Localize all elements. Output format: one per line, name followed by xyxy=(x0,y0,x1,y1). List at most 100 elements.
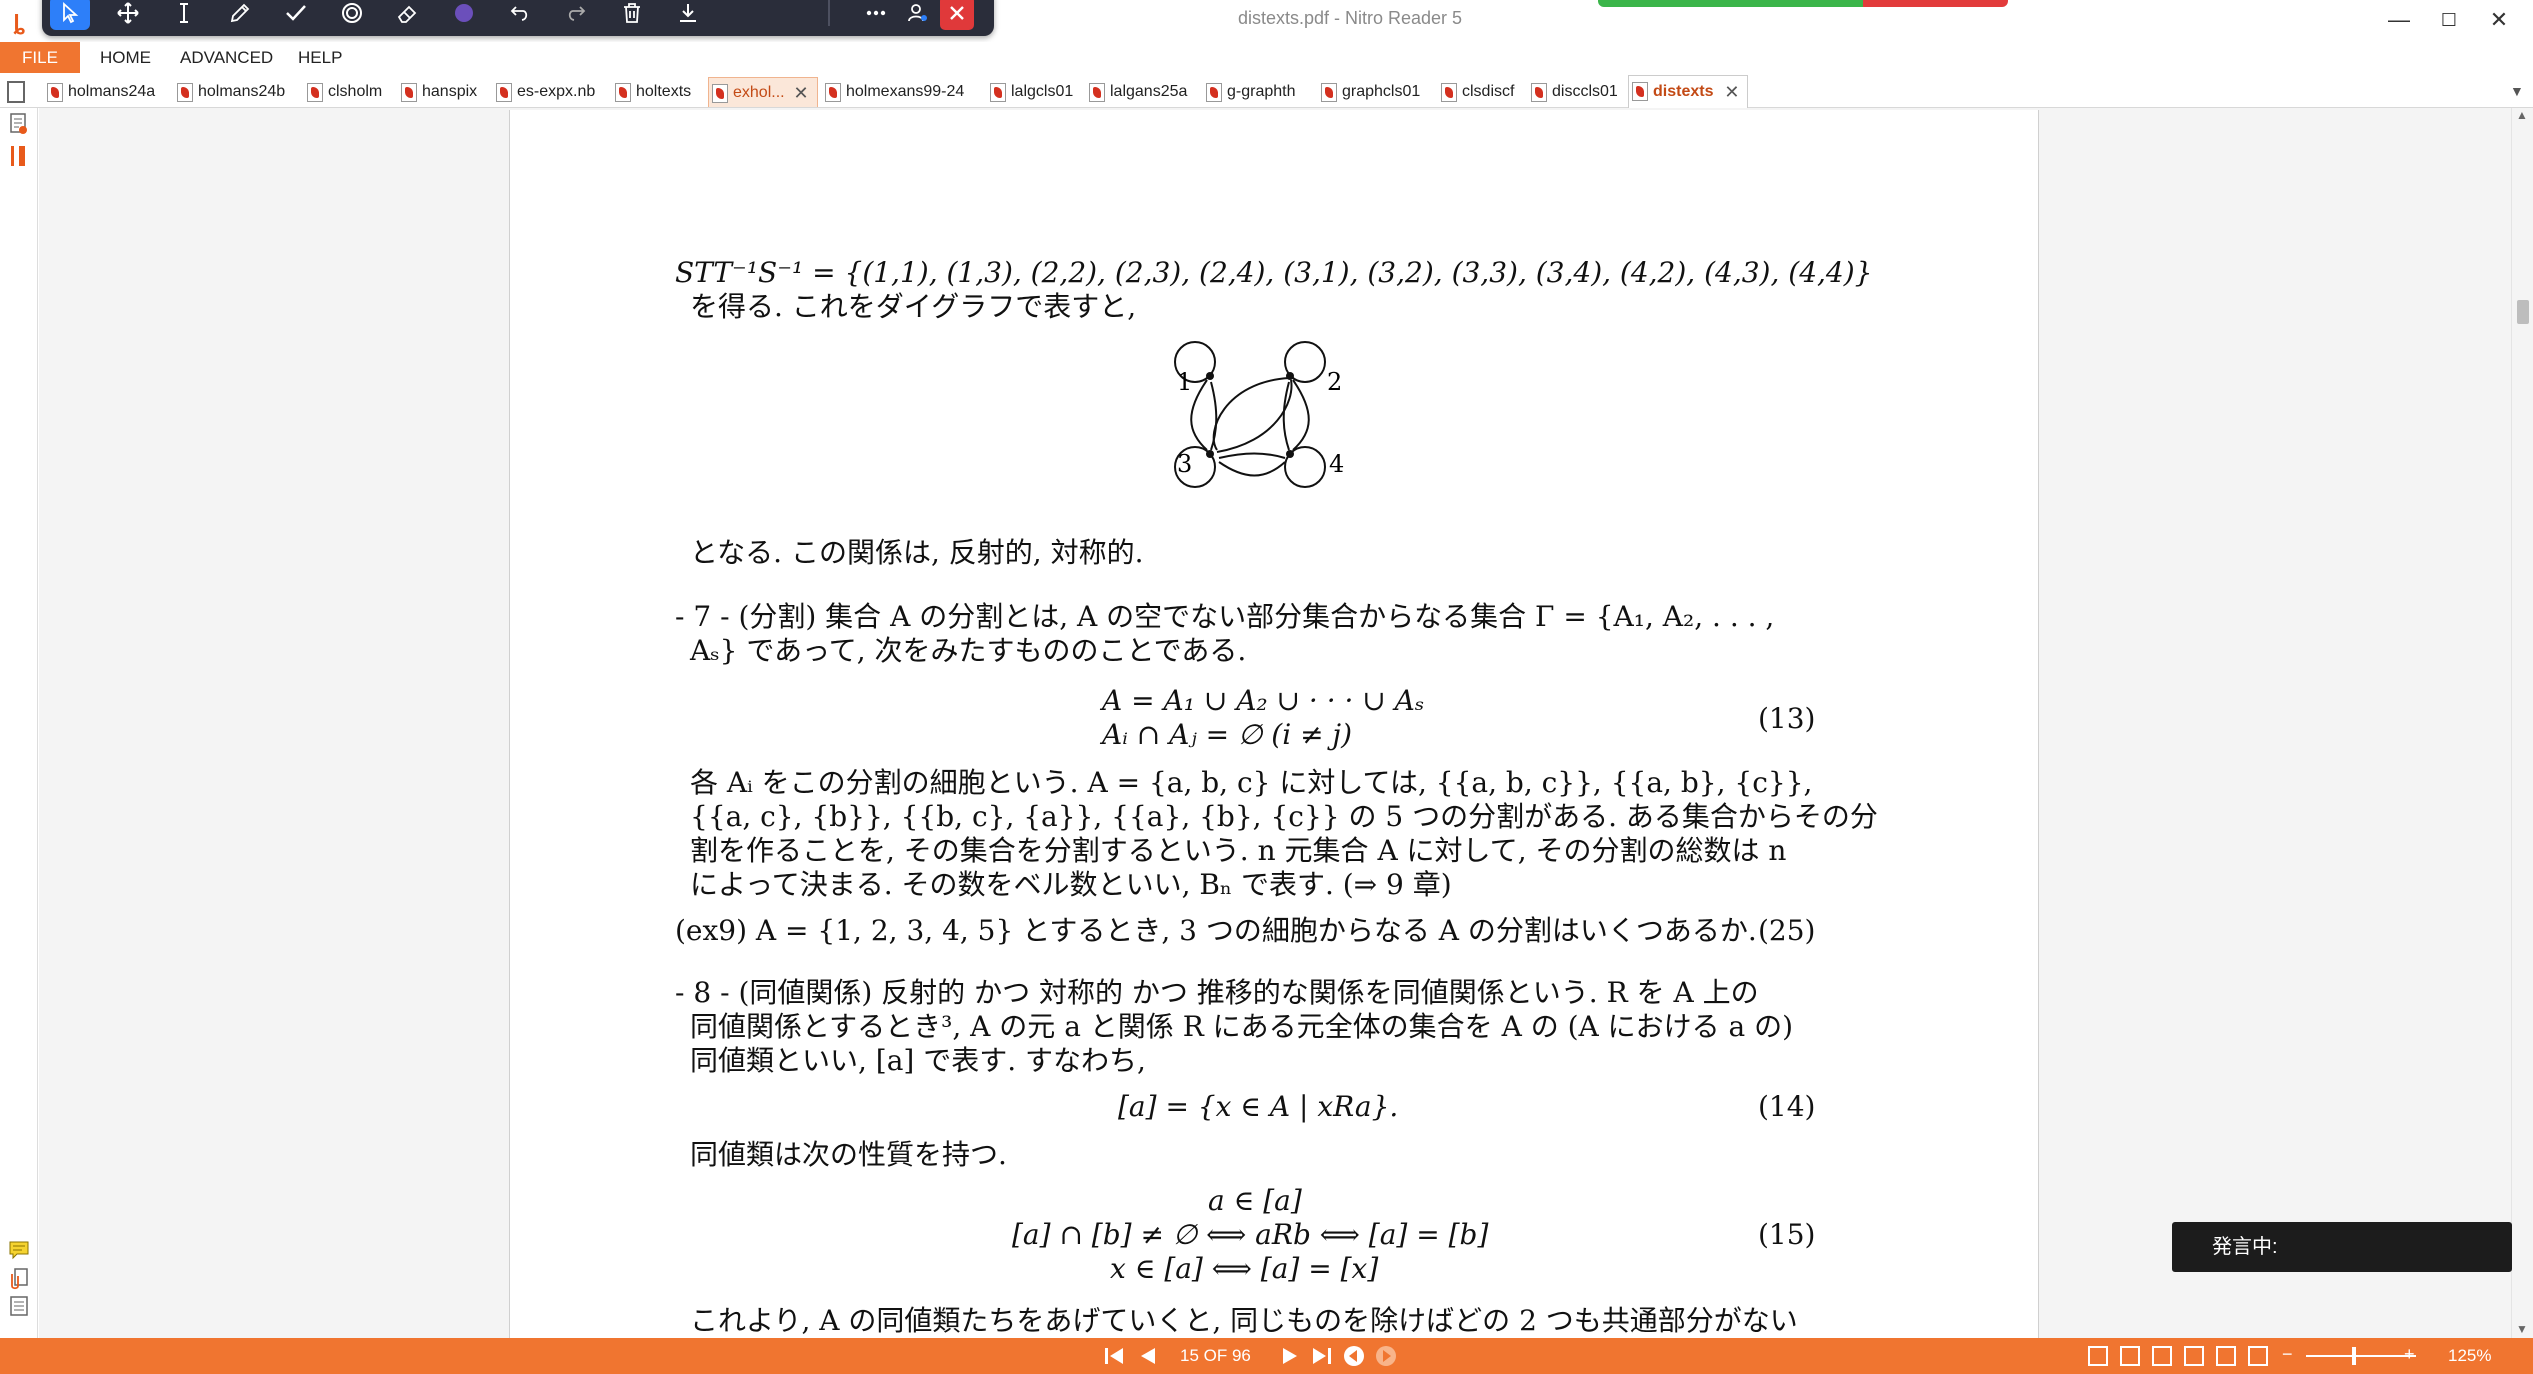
menu-bar: FILE HOME ADVANCED HELP xyxy=(0,42,2533,73)
edge-3-4 xyxy=(1218,452,1286,459)
fit-width-icon[interactable] xyxy=(2216,1346,2236,1366)
exercise-9: (ex9) A = {1, 2, 3, 4, 5} とするとき, 3 つの細胞か… xyxy=(675,914,1757,947)
tab-holtexts[interactable]: holtexts xyxy=(612,77,691,107)
close-window-button[interactable]: ✕ xyxy=(2474,2,2524,38)
pdf-file-icon xyxy=(825,83,841,102)
page-counter[interactable]: 15 OF 96 xyxy=(1180,1346,1251,1366)
tab-disccls01[interactable]: disccls01 xyxy=(1528,77,1618,107)
comments-icon[interactable] xyxy=(8,1238,30,1262)
equation-number: (25) xyxy=(1758,914,1816,947)
edge-3-2 xyxy=(1216,379,1293,453)
color-dot-icon[interactable] xyxy=(444,0,484,30)
text-line: となる. この関係は, 反射的, 対称的. xyxy=(690,536,1144,569)
tab-distexts[interactable]: distexts ✕ xyxy=(1628,75,1749,109)
scroll-up-icon[interactable]: ▲ xyxy=(2516,108,2528,122)
node-4-dot xyxy=(1286,450,1294,458)
tab-g-graphth[interactable]: g-graphth xyxy=(1203,77,1296,107)
next-page-icon[interactable] xyxy=(1278,1344,1302,1368)
document-tab-bar: holmans24a holmans24b clsholm hanspix es… xyxy=(0,73,2533,109)
download-icon[interactable] xyxy=(668,0,708,30)
edge-2-4 xyxy=(1292,379,1310,451)
menu-help[interactable]: HELP xyxy=(298,42,342,73)
select-icon[interactable] xyxy=(50,0,90,30)
more-icon[interactable] xyxy=(856,0,896,30)
tab-clsholm[interactable]: clsholm xyxy=(304,77,382,107)
tab-es-expx[interactable]: es-expx.nb xyxy=(493,77,595,107)
tab-hanspix[interactable]: hanspix xyxy=(398,77,477,107)
stamp-icon[interactable] xyxy=(332,0,372,30)
output-icon[interactable] xyxy=(8,1294,30,1318)
eraser-icon[interactable] xyxy=(388,0,428,30)
scrollbar-thumb[interactable] xyxy=(2517,300,2529,324)
left-side-panel xyxy=(0,108,38,1338)
text-line: {{a, c}, {b}}, {{b, c}, {a}}, {{a}, {b},… xyxy=(690,800,1878,833)
facing-view-icon[interactable] xyxy=(2152,1346,2172,1366)
pages-panel-icon[interactable] xyxy=(7,81,25,103)
tab-label: hanspix xyxy=(422,83,478,100)
zoom-out-button[interactable]: − xyxy=(2282,1344,2293,1365)
tab-lalgans25a[interactable]: lalgans25a xyxy=(1086,77,1187,107)
tab-close-icon[interactable]: ✕ xyxy=(1724,76,1739,108)
text-line: によって決まる. その数をベル数といい, Bₙ で表す. (⇒ 9 章) xyxy=(690,868,1452,901)
bookmark-icon[interactable] xyxy=(8,144,30,168)
zoom-slider[interactable] xyxy=(2306,1355,2416,1357)
digraph-figure: 1 2 3 4 xyxy=(1174,341,1344,488)
pdf-file-icon xyxy=(1531,83,1547,102)
pdf-file-icon xyxy=(496,83,512,102)
continuous-view-icon[interactable] xyxy=(2120,1346,2140,1366)
close-icon[interactable] xyxy=(940,0,974,30)
attachments-icon[interactable] xyxy=(8,1266,30,1290)
menu-home[interactable]: HOME xyxy=(100,42,151,73)
equation-number: (14) xyxy=(1758,1090,1816,1123)
single-page-view-icon[interactable] xyxy=(2088,1346,2108,1366)
tab-lalgcls01[interactable]: lalgcls01 xyxy=(987,77,1073,107)
tab-exhol[interactable]: exhol... ✕ xyxy=(708,77,818,107)
equation-13-line1: A = A₁ ∪ A₂ ∪ · · · ∪ Aₛ xyxy=(1102,684,1425,717)
equation-number: (13) xyxy=(1758,702,1816,735)
fit-page-icon[interactable] xyxy=(2248,1346,2268,1366)
zoom-in-button[interactable]: + xyxy=(2404,1344,2415,1365)
tab-holmans24b[interactable]: holmans24b xyxy=(174,77,285,107)
page-thumbnail-icon[interactable] xyxy=(8,112,30,136)
tab-label: holtexts xyxy=(636,83,692,100)
zoom-level[interactable]: 125% xyxy=(2448,1346,2491,1366)
text-line: 同値関係とするとき³, A の元 a と関係 R にある元全体の集合を A の … xyxy=(690,1010,1794,1043)
vertical-scrollbar[interactable]: ▲ ▼ xyxy=(2511,108,2533,1338)
first-page-icon[interactable] xyxy=(1102,1344,1126,1368)
text-line: Aₛ} であって, 次をみたすもののことである. xyxy=(690,634,1247,667)
tab-overflow-chevron-icon[interactable]: ▼ xyxy=(2510,83,2524,99)
zoom-slider-thumb[interactable] xyxy=(2352,1347,2356,1365)
tab-clsdiscf[interactable]: clsdiscf xyxy=(1438,77,1514,107)
pdf-file-icon xyxy=(47,83,63,102)
previous-view-icon[interactable] xyxy=(1342,1344,1366,1368)
pdf-file-icon xyxy=(712,84,728,103)
user-settings-icon[interactable] xyxy=(898,0,938,30)
pen-icon[interactable] xyxy=(220,0,260,30)
checkmark-icon[interactable] xyxy=(276,0,316,30)
tab-holmans24a[interactable]: holmans24a xyxy=(44,77,155,107)
text-cursor-icon[interactable] xyxy=(164,0,204,30)
document-viewport[interactable]: STT⁻¹S⁻¹ = {(1,1), (1,3), (2,2), (2,3), … xyxy=(39,108,2511,1350)
node-1-dot xyxy=(1206,372,1214,380)
text-line: を得る. これをダイグラフで表すと, xyxy=(690,290,1137,323)
minimize-button[interactable]: — xyxy=(2374,2,2424,38)
last-page-icon[interactable] xyxy=(1310,1344,1334,1368)
undo-icon[interactable] xyxy=(500,0,540,30)
tab-graphcls01[interactable]: graphcls01 xyxy=(1318,77,1420,107)
pan-icon[interactable] xyxy=(108,0,148,30)
tab-label: distexts xyxy=(1653,83,1714,100)
facing-continuous-view-icon[interactable] xyxy=(2184,1346,2204,1366)
redo-icon[interactable] xyxy=(556,0,596,30)
maximize-button[interactable]: ☐ xyxy=(2424,2,2474,38)
tab-close-icon[interactable]: ✕ xyxy=(794,78,809,108)
next-view-icon[interactable] xyxy=(1374,1344,1398,1368)
text-line: 割を作ることを, その集合を分割するという. n 元集合 A に対して, その分… xyxy=(690,834,1787,867)
menu-file[interactable]: FILE xyxy=(0,42,80,73)
text-line: 同値類は次の性質を持つ. xyxy=(690,1138,1007,1171)
trash-icon[interactable] xyxy=(612,0,652,30)
tab-holmexans99-24[interactable]: holmexans99-24 xyxy=(822,77,964,107)
scroll-down-icon[interactable]: ▼ xyxy=(2516,1322,2528,1336)
previous-page-icon[interactable] xyxy=(1136,1344,1160,1368)
edge-2-3 xyxy=(1212,377,1290,451)
menu-advanced[interactable]: ADVANCED xyxy=(180,42,273,73)
